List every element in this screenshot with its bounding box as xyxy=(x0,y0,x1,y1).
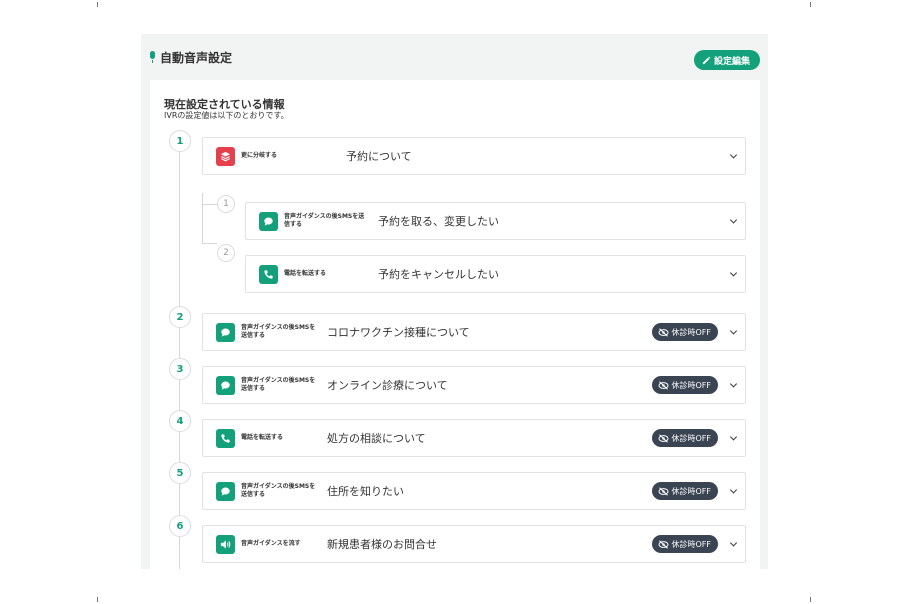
chevron-down-icon[interactable] xyxy=(729,486,738,494)
pencil-icon xyxy=(702,56,711,64)
eye-slash-icon xyxy=(658,380,668,390)
sub-step-number: 1 xyxy=(217,195,235,213)
closed-day-off-badge: 休診時OFF xyxy=(651,323,718,341)
phone-icon xyxy=(216,429,235,448)
edit-settings-button[interactable]: 設定編集 xyxy=(693,50,760,70)
action-type-label: 音声ガイダンスの後SMSを送信する xyxy=(241,323,316,339)
step-number: 2 xyxy=(169,306,191,328)
ivr-step-row[interactable]: 更に分岐する 予約について xyxy=(202,137,746,175)
branch-line xyxy=(202,204,217,205)
speech-bubble-icon xyxy=(216,323,235,342)
step-number: 4 xyxy=(169,410,191,432)
corner-mark xyxy=(97,2,98,7)
speech-bubble-icon xyxy=(216,482,235,501)
ivr-step-row[interactable]: 音声ガイダンスの後SMSを送信する オンライン診療について 休診時OFF xyxy=(202,366,746,404)
edit-settings-label: 設定編集 xyxy=(713,56,750,67)
action-type-label: 電話を転送する xyxy=(241,433,284,441)
speech-bubble-icon xyxy=(216,376,235,395)
action-type-label: 音声ガイダンスを流す xyxy=(241,539,301,547)
speech-bubble-icon xyxy=(259,212,278,231)
chevron-down-icon[interactable] xyxy=(729,433,738,441)
branch-line xyxy=(202,193,203,244)
panel-title-text: 自動音声設定 xyxy=(160,51,233,65)
panel-header: 自動音声設定 設定編集 xyxy=(141,34,768,79)
sub-step-number: 2 xyxy=(217,244,235,262)
action-type-label: 音声ガイダンスの後SMSを送信する xyxy=(241,482,316,498)
chevron-down-icon[interactable] xyxy=(729,380,738,388)
ivr-sub-step-row[interactable]: 音声ガイダンスの後SMSを送信する 予約を取る、変更したい xyxy=(245,202,746,240)
branch-line xyxy=(202,243,217,244)
action-type-label: 電話を転送する xyxy=(284,269,327,277)
corner-mark xyxy=(97,597,98,602)
closed-day-off-badge: 休診時OFF xyxy=(651,482,718,500)
settings-card: 現在設定されている情報 IVRの設定値は以下のとおりです。 1 1 2 2 3 … xyxy=(150,80,760,569)
step-label: 新規患者様のお問合せ xyxy=(327,538,437,551)
closed-day-off-badge: 休診時OFF xyxy=(651,376,718,394)
step-label: 予約をキャンセルしたい xyxy=(378,268,499,281)
ivr-sub-step-row[interactable]: 電話を転送する 予約をキャンセルしたい xyxy=(245,255,746,293)
chevron-down-icon[interactable] xyxy=(729,151,738,159)
phone-icon xyxy=(259,265,278,284)
panel-title: 自動音声設定 xyxy=(149,49,232,66)
action-type-label: 音声ガイダンスの後SMSを送信する xyxy=(284,212,365,228)
ivr-settings-panel: 自動音声設定 設定編集 現在設定されている情報 IVRの設定値は以下のとおりです… xyxy=(141,34,768,569)
layers-icon xyxy=(216,147,235,166)
step-label: 住所を知りたい xyxy=(327,485,404,498)
step-label: コロナワクチン接種について xyxy=(327,326,470,339)
badge-label: 休診時OFF xyxy=(671,539,712,549)
speaker-icon xyxy=(216,535,235,554)
corner-mark xyxy=(810,597,811,602)
chevron-down-icon[interactable] xyxy=(729,327,738,335)
badge-label: 休診時OFF xyxy=(671,380,712,390)
action-type-label: 音声ガイダンスの後SMSを送信する xyxy=(241,376,316,392)
closed-day-off-badge: 休診時OFF xyxy=(651,429,718,447)
step-number: 5 xyxy=(169,462,191,484)
microphone-icon xyxy=(149,51,156,64)
action-type-label: 更に分岐する xyxy=(241,151,278,159)
ivr-step-row[interactable]: 音声ガイダンスの後SMSを送信する 住所を知りたい 休診時OFF xyxy=(202,472,746,510)
step-label: 予約を取る、変更したい xyxy=(378,215,499,228)
badge-label: 休診時OFF xyxy=(671,486,712,496)
step-number: 3 xyxy=(169,358,191,380)
step-number: 6 xyxy=(169,515,191,537)
eye-slash-icon xyxy=(658,327,668,337)
ivr-step-row[interactable]: 電話を転送する 処方の相談について 休診時OFF xyxy=(202,419,746,457)
chevron-down-icon[interactable] xyxy=(729,539,738,547)
step-number: 1 xyxy=(169,130,191,152)
corner-mark xyxy=(810,2,811,7)
step-label: 処方の相談について xyxy=(327,432,426,445)
info-subtitle: IVRの設定値は以下のとおりです。 xyxy=(164,111,289,120)
ivr-step-row[interactable]: 音声ガイダンスの後SMSを送信する コロナワクチン接種について 休診時OFF xyxy=(202,313,746,351)
chevron-down-icon[interactable] xyxy=(729,216,738,224)
closed-day-off-badge: 休診時OFF xyxy=(651,535,718,553)
badge-label: 休診時OFF xyxy=(671,327,712,337)
eye-slash-icon xyxy=(658,486,668,496)
eye-slash-icon xyxy=(658,539,668,549)
badge-label: 休診時OFF xyxy=(671,433,712,443)
step-label: 予約について xyxy=(346,150,412,163)
ivr-step-row[interactable]: 音声ガイダンスを流す 新規患者様のお問合せ 休診時OFF xyxy=(202,525,746,563)
step-label: オンライン診療について xyxy=(327,379,448,392)
eye-slash-icon xyxy=(658,433,668,443)
chevron-down-icon[interactable] xyxy=(729,269,738,277)
